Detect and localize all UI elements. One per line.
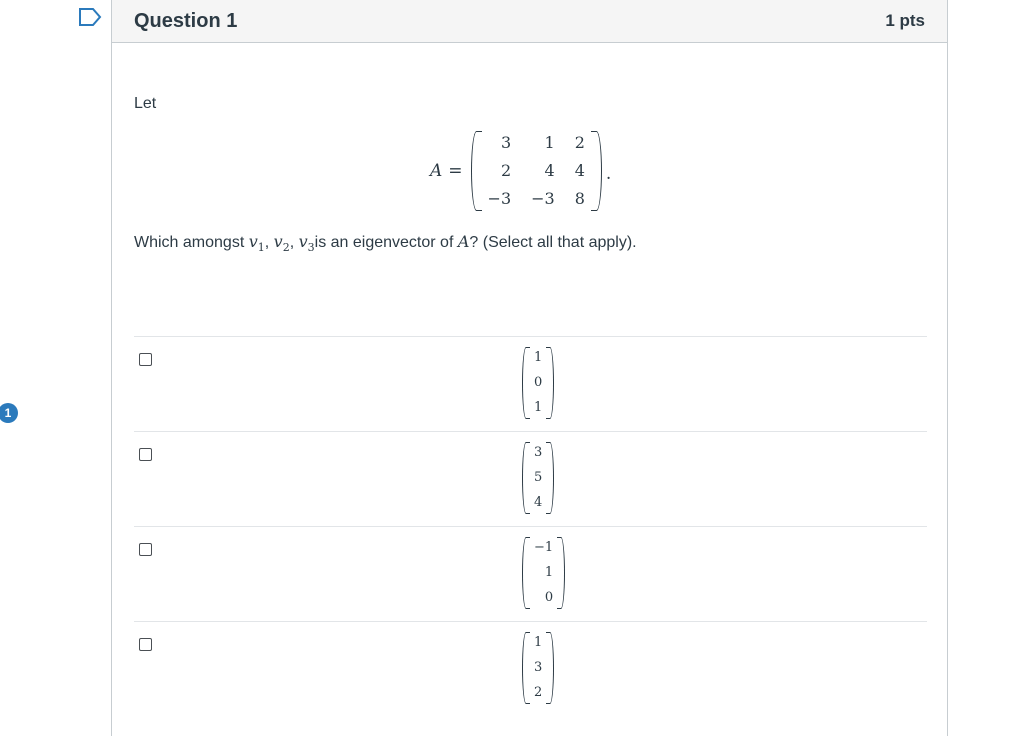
matrix-entry: 4	[544, 161, 555, 180]
vector-entry: 1	[534, 400, 543, 415]
question-title: Question 1	[134, 9, 238, 32]
matrix-entry: 3	[500, 133, 512, 152]
vector-entry: 5	[534, 470, 543, 485]
answer-vector: 1 3 2	[522, 631, 555, 705]
matrix-left-paren	[470, 131, 482, 211]
question-intro: Let	[134, 95, 157, 112]
answer-vector: −1 1 0	[522, 536, 566, 610]
matrix-entry: −3	[531, 189, 555, 208]
answer-checkbox[interactable]	[139, 448, 152, 461]
matrix-entry: 4	[574, 161, 585, 180]
answer-vector: 1 0 1	[522, 346, 555, 420]
vector-entry: 1	[534, 350, 543, 365]
flag-question-icon[interactable]	[78, 7, 102, 27]
matrix-entry: 8	[574, 189, 585, 208]
answer-list: 1 0 1 3 5 4 −1 1 0 1 3 2	[134, 336, 927, 716]
answer-option-4[interactable]: 1 3 2	[134, 621, 927, 716]
answer-checkbox[interactable]	[139, 353, 152, 366]
matrix-name: A	[430, 161, 443, 181]
question-header: Question 1 1 pts	[112, 0, 947, 43]
matrix-period: .	[605, 164, 612, 184]
matrix-entry: −3	[487, 189, 512, 208]
matrix-entry: 2	[500, 161, 512, 180]
vector-v2: v2	[273, 232, 290, 255]
question-card: Question 1 1 pts Let A = 3 1 2 2 4 4 −3 …	[111, 0, 948, 736]
answer-vector: 3 5 4	[522, 441, 555, 515]
vector-entry: 3	[534, 445, 543, 460]
prompt-prefix: Which amongst	[134, 234, 249, 251]
vector-v3: v3	[298, 232, 315, 255]
prompt-middle: is an eigenvector of	[314, 234, 458, 251]
question-prompt: Which amongst v1, v2, v3is an eigenvecto…	[134, 232, 637, 255]
matrix-entry: 2	[574, 133, 585, 152]
answer-option-2[interactable]: 3 5 4	[134, 431, 927, 526]
answer-checkbox[interactable]	[139, 638, 152, 651]
answer-checkbox[interactable]	[139, 543, 152, 556]
vector-entry: 0	[544, 590, 554, 605]
matrix-equation: A = 3 1 2 2 4 4 −3 −3 8 .	[430, 130, 611, 212]
matrix-entry: 1	[544, 133, 555, 152]
question-points: 1 pts	[885, 11, 925, 30]
matrix-right-paren	[590, 131, 602, 211]
vector-v1: v1	[248, 232, 265, 255]
matrix-entries: 3 1 2 2 4 4 −3 −3 8	[482, 133, 591, 209]
equals-sign: =	[448, 161, 463, 181]
vector-entry: 3	[534, 660, 543, 675]
vector-entry: −1	[534, 540, 554, 555]
answer-option-3[interactable]: −1 1 0	[134, 526, 927, 621]
vector-entry: 1	[534, 635, 543, 650]
vector-entry: 4	[534, 495, 543, 510]
prompt-suffix: ? (Select all that apply).	[469, 234, 637, 251]
vector-entry: 0	[534, 375, 543, 390]
question-number-badge[interactable]: 1	[0, 403, 18, 423]
vector-entry: 2	[534, 685, 543, 700]
vector-entry: 1	[544, 565, 554, 580]
prompt-matrix-name: A	[457, 232, 470, 251]
answer-option-1[interactable]: 1 0 1	[134, 336, 927, 431]
